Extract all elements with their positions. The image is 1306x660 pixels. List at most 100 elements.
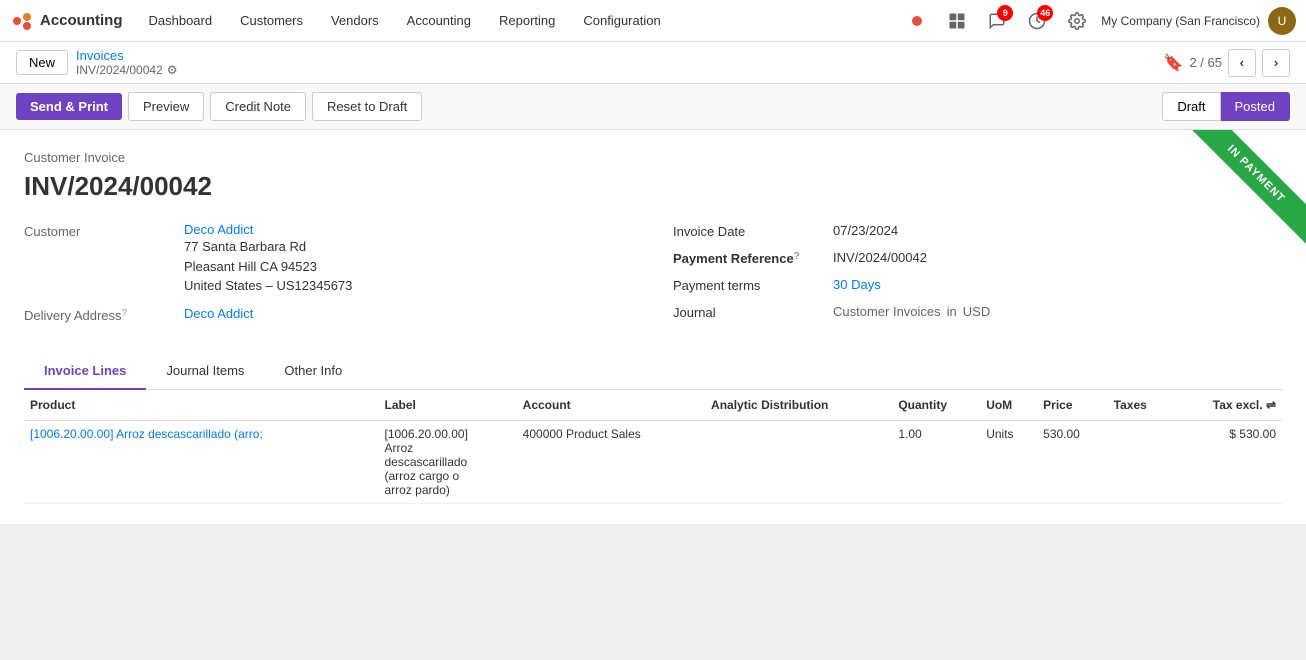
journal-label: Journal <box>673 303 833 320</box>
journal-in-text: in <box>947 304 957 319</box>
cell-label: [1006.20.00.00] Arroz descascarillado (a… <box>379 420 517 503</box>
new-button[interactable]: New <box>16 50 68 75</box>
nav-customers[interactable]: Customers <box>228 0 315 42</box>
top-navigation: Accounting Dashboard Customers Vendors A… <box>0 0 1306 42</box>
send-print-button[interactable]: Send & Print <box>16 93 122 120</box>
cell-product: [1006.20.00.00] Arroz descascarillado (a… <box>24 420 379 503</box>
nav-vendors[interactable]: Vendors <box>319 0 391 42</box>
nav-reporting[interactable]: Reporting <box>487 0 567 42</box>
user-avatar[interactable]: U <box>1268 7 1296 35</box>
form-left: Customer Deco Addict 77 Santa Barbara Rd… <box>24 222 633 333</box>
credit-note-button[interactable]: Credit Note <box>210 92 306 121</box>
breadcrumb-sub: INV/2024/00042 ⚙ <box>76 63 178 77</box>
col-account: Account <box>517 390 705 421</box>
breadcrumb-bar: New Invoices INV/2024/00042 ⚙ 🔖 2 / 65 ‹… <box>0 42 1306 84</box>
tab-other-info[interactable]: Other Info <box>264 353 362 390</box>
payment-ref-label: Payment Reference ? <box>673 249 833 266</box>
draft-status-button[interactable]: Draft <box>1162 92 1220 121</box>
activities-badge: 46 <box>1037 5 1053 21</box>
breadcrumb-right: 🔖 2 / 65 ‹ › <box>1164 49 1290 77</box>
cell-quantity: 1.00 <box>892 420 980 503</box>
col-product: Product <box>24 390 379 421</box>
payment-ref-row: Payment Reference ? INV/2024/00042 <box>673 249 1282 266</box>
main-content: IN PAYMENT Customer Invoice INV/2024/000… <box>0 130 1306 524</box>
record-btn[interactable] <box>901 5 933 37</box>
col-taxes: Taxes <box>1108 390 1173 421</box>
company-name[interactable]: My Company (San Francisco) <box>1101 14 1260 28</box>
customer-link[interactable]: Deco Addict <box>184 222 253 237</box>
red-dot-icon <box>912 16 922 26</box>
table-header-row: Product Label Account Analytic Distribut… <box>24 390 1282 421</box>
breadcrumb-path: Invoices INV/2024/00042 ⚙ <box>76 48 178 77</box>
col-uom: UoM <box>980 390 1037 421</box>
delivery-help-icon[interactable]: ? <box>122 308 128 319</box>
address-line2: Pleasant Hill CA 94523 <box>184 257 633 277</box>
col-analytic: Analytic Distribution <box>705 390 892 421</box>
posted-status-button[interactable]: Posted <box>1221 92 1290 121</box>
grid-icon <box>948 12 966 30</box>
invoice-date-value: 07/23/2024 <box>833 223 1282 238</box>
delivery-address-label: Delivery Address ? <box>24 306 184 323</box>
nav-configuration[interactable]: Configuration <box>571 0 672 42</box>
preview-button[interactable]: Preview <box>128 92 204 121</box>
app-logo[interactable]: Accounting <box>10 9 123 33</box>
reset-draft-button[interactable]: Reset to Draft <box>312 92 422 121</box>
cell-tax-excl: $ 530.00 <box>1173 420 1282 503</box>
breadcrumb-parent-link[interactable]: Invoices <box>76 48 178 63</box>
delivery-address-link[interactable]: Deco Addict <box>184 306 253 321</box>
payment-terms-label: Payment terms <box>673 276 833 293</box>
cell-account: 400000 Product Sales <box>517 420 705 503</box>
breadcrumb-left: New Invoices INV/2024/00042 ⚙ <box>16 48 178 77</box>
payment-ref-value: INV/2024/00042 <box>833 250 1282 265</box>
invoice-lines-table: Product Label Account Analytic Distribut… <box>24 390 1282 504</box>
journal-row: Journal Customer Invoices in USD <box>673 303 1282 320</box>
grid-icon-btn[interactable] <box>941 5 973 37</box>
invoice-number: INV/2024/00042 <box>24 171 1282 202</box>
col-quantity: Quantity <box>892 390 980 421</box>
address-line1: 77 Santa Barbara Rd <box>184 237 633 257</box>
cell-taxes <box>1108 420 1173 503</box>
customer-row: Customer Deco Addict 77 Santa Barbara Rd… <box>24 222 633 296</box>
nav-right-section: 9 46 My Company (San Francisco) U <box>901 5 1296 37</box>
product-link[interactable]: [1006.20.00.00] Arroz descascarillado (a… <box>30 427 263 441</box>
odoo-logo-icon <box>10 9 34 33</box>
invoice-lines-table-container: Product Label Account Analytic Distribut… <box>24 390 1282 504</box>
messages-badge: 9 <box>997 5 1013 21</box>
customer-label: Customer <box>24 222 184 296</box>
activities-btn[interactable]: 46 <box>1021 5 1053 37</box>
action-bar: Send & Print Preview Credit Note Reset t… <box>0 84 1306 130</box>
settings-btn[interactable] <box>1061 5 1093 37</box>
payment-terms-value[interactable]: 30 Days <box>833 277 1282 292</box>
delivery-address-row: Delivery Address ? Deco Addict <box>24 306 633 323</box>
invoice-form: Customer Deco Addict 77 Santa Barbara Rd… <box>24 222 1282 333</box>
invoice-date-row: Invoice Date 07/23/2024 <box>673 222 1282 239</box>
customer-address: 77 Santa Barbara Rd Pleasant Hill CA 945… <box>184 237 633 296</box>
cell-price: 530.00 <box>1037 420 1108 503</box>
tab-invoice-lines[interactable]: Invoice Lines <box>24 353 146 390</box>
column-adjust-icon[interactable]: ⇌ <box>1266 398 1276 412</box>
tab-journal-items[interactable]: Journal Items <box>146 353 264 390</box>
bookmark-icon[interactable]: 🔖 <box>1164 53 1184 73</box>
next-record-button[interactable]: › <box>1262 49 1290 77</box>
wrench-icon <box>1068 12 1086 30</box>
tabs: Invoice Lines Journal Items Other Info <box>24 353 1282 390</box>
nav-dashboard[interactable]: Dashboard <box>137 0 225 42</box>
col-price: Price <box>1037 390 1108 421</box>
customer-value: Deco Addict 77 Santa Barbara Rd Pleasant… <box>184 222 633 296</box>
messages-btn[interactable]: 9 <box>981 5 1013 37</box>
payment-terms-row: Payment terms 30 Days <box>673 276 1282 293</box>
delivery-address-value: Deco Addict <box>184 306 633 323</box>
breadcrumb-current: INV/2024/00042 <box>76 63 163 77</box>
status-buttons: Draft Posted <box>1162 92 1290 121</box>
col-label: Label <box>379 390 517 421</box>
gear-icon[interactable]: ⚙ <box>167 63 178 77</box>
cell-analytic <box>705 420 892 503</box>
cell-uom: Units <box>980 420 1037 503</box>
journal-currency[interactable]: USD <box>963 304 990 319</box>
prev-record-button[interactable]: ‹ <box>1228 49 1256 77</box>
nav-accounting[interactable]: Accounting <box>395 0 483 42</box>
journal-value: Customer Invoices in USD <box>833 304 1282 319</box>
page-counter: 2 / 65 <box>1189 55 1222 70</box>
payment-ref-help-icon[interactable]: ? <box>794 251 800 262</box>
col-tax-excl: Tax excl. ⇌ <box>1173 390 1282 421</box>
